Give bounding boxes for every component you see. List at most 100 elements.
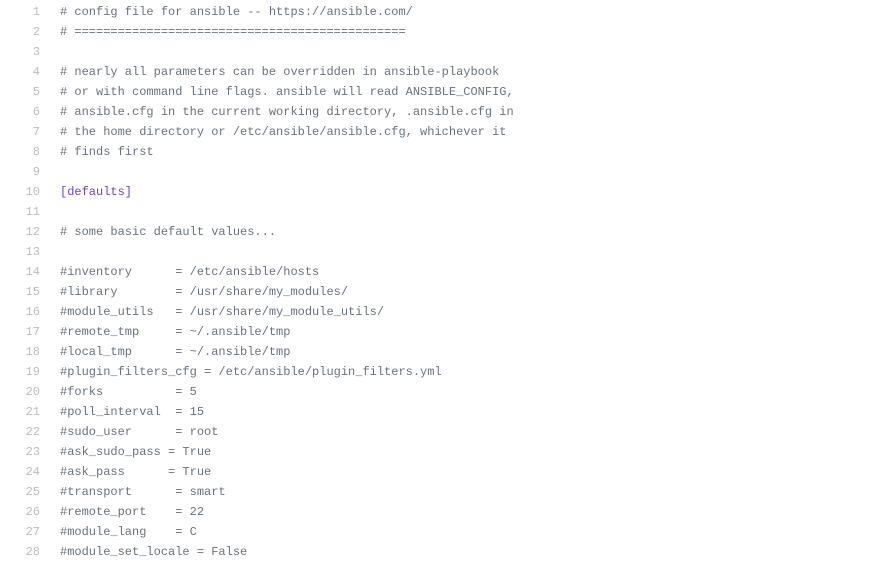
line-content: #ask_pass = True (50, 462, 885, 482)
comment-text: # ======================================… (60, 25, 406, 39)
code-line: 25#transport = smart (0, 482, 885, 502)
code-line: 27 #module_lang = C (0, 522, 885, 542)
line-content: #sudo_user = root (50, 422, 885, 442)
line-number: 28 (0, 542, 50, 562)
comment-text: #remote_port = 22 (60, 505, 204, 519)
line-content: #module_utils = /usr/share/my_module_uti… (50, 302, 885, 322)
code-line: 21 #poll_interval = 15 (0, 402, 885, 422)
line-content: #poll_interval = 15 (50, 402, 885, 422)
code-line: 6 # ansible.cfg in the current working di… (0, 102, 885, 122)
line-number: 2 (0, 22, 50, 42)
line-number: 13 (0, 242, 50, 262)
ini-section: [defaults] (60, 185, 132, 199)
code-line: 4 # nearly all parameters can be overridd… (0, 62, 885, 82)
comment-text: #poll_interval = 15 (60, 405, 204, 419)
line-number: 27 (0, 522, 50, 542)
comment-text: #ask_sudo_pass = True (60, 445, 211, 459)
code-line: 1 # config file for ansible -- https://an… (0, 2, 885, 22)
comment-text: #module_set_locale = False (60, 545, 247, 559)
line-content (50, 42, 885, 62)
line-content: #remote_tmp = ~/.ansible/tmp (50, 322, 885, 342)
line-number: 6 (0, 102, 50, 122)
comment-text: #transport = smart (60, 485, 226, 499)
code-line: 26 #remote_port = 22 (0, 502, 885, 522)
line-number: 18 (0, 342, 50, 362)
comment-text: #plugin_filters_cfg = /etc/ansible/plugi… (60, 365, 442, 379)
line-number: 11 (0, 202, 50, 222)
code-line: 18#local_tmp = ~/.ansible/tmp (0, 342, 885, 362)
code-line: 7# the home directory or /etc/ansible/an… (0, 122, 885, 142)
line-content (50, 202, 885, 222)
code-line: 22 #sudo_user = root (0, 422, 885, 442)
code-line: 28 #module_set_locale = False (0, 542, 885, 562)
line-number: 23 (0, 442, 50, 462)
code-block: 1 # config file for ansible -- https://an… (0, 2, 885, 562)
comment-text: # some basic default values... (60, 225, 276, 239)
line-number: 16 (0, 302, 50, 322)
code-line: 8 # finds first (0, 142, 885, 162)
code-line: 20 #forks = 5 (0, 382, 885, 402)
line-content: # or with command line flags. ansible wi… (50, 82, 885, 102)
code-line: 2 # =====================================… (0, 22, 885, 42)
code-viewer: 1 # config file for ansible -- https://an… (0, 0, 885, 562)
line-content: # ansible.cfg in the current working dir… (50, 102, 885, 122)
comment-text: # ansible.cfg in the current working dir… (60, 105, 514, 119)
code-line: 5 # or with command line flags. ansible w… (0, 82, 885, 102)
comment-text: #library = /usr/share/my_modules/ (60, 285, 348, 299)
code-line: 9 (0, 162, 885, 182)
line-content: # finds first (50, 142, 885, 162)
line-number: 21 (0, 402, 50, 422)
comment-text: # finds first (60, 145, 154, 159)
code-line: 14#inventory = /etc/ansible/hosts (0, 262, 885, 282)
line-number: 12 (0, 222, 50, 242)
line-number: 1 (0, 2, 50, 22)
line-number: 19 (0, 362, 50, 382)
comment-text: # nearly all parameters can be overridde… (60, 65, 499, 79)
code-line: 24 #ask_pass = True (0, 462, 885, 482)
comment-text: # the home directory or /etc/ansible/ans… (60, 125, 506, 139)
line-content: [defaults] (50, 182, 885, 202)
line-number: 4 (0, 62, 50, 82)
comment-text: # or with command line flags. ansible wi… (60, 85, 514, 99)
line-content: # nearly all parameters can be overridde… (50, 62, 885, 82)
line-content: #local_tmp = ~/.ansible/tmp (50, 342, 885, 362)
line-content (50, 162, 885, 182)
line-number: 5 (0, 82, 50, 102)
line-content: #remote_port = 22 (50, 502, 885, 522)
line-content (50, 242, 885, 262)
comment-text: #forks = 5 (60, 385, 197, 399)
comment-text: #sudo_user = root (60, 425, 218, 439)
line-content: #plugin_filters_cfg = /etc/ansible/plugi… (50, 362, 885, 382)
line-content: #module_set_locale = False (50, 542, 885, 562)
line-number: 8 (0, 142, 50, 162)
code-line: 19 #plugin_filters_cfg = /etc/ansible/plu… (0, 362, 885, 382)
line-number: 22 (0, 422, 50, 442)
line-content: # some basic default values... (50, 222, 885, 242)
line-number: 26 (0, 502, 50, 522)
line-content: #ask_sudo_pass = True (50, 442, 885, 462)
line-content: #inventory = /etc/ansible/hosts (50, 262, 885, 282)
line-content: #forks = 5 (50, 382, 885, 402)
comment-text: #module_lang = C (60, 525, 197, 539)
code-line: 16#module_utils = /usr/share/my_module_u… (0, 302, 885, 322)
code-line: 17 #remote_tmp = ~/.ansible/tmp (0, 322, 885, 342)
comment-text: # config file for ansible -- https://ans… (60, 5, 413, 19)
code-line: 13 (0, 242, 885, 262)
code-line: 11 (0, 202, 885, 222)
code-line: 12 # some basic default values... (0, 222, 885, 242)
line-number: 3 (0, 42, 50, 62)
line-number: 17 (0, 322, 50, 342)
code-line: 10 [defaults] (0, 182, 885, 202)
comment-text: #remote_tmp = ~/.ansible/tmp (60, 325, 290, 339)
line-number: 10 (0, 182, 50, 202)
line-content: # config file for ansible -- https://ans… (50, 2, 885, 22)
line-content: # ======================================… (50, 22, 885, 42)
line-content: #transport = smart (50, 482, 885, 502)
line-content: #module_lang = C (50, 522, 885, 542)
code-line: 23 #ask_sudo_pass = True (0, 442, 885, 462)
code-line: 3 (0, 42, 885, 62)
line-number: 20 (0, 382, 50, 402)
line-content: #library = /usr/share/my_modules/ (50, 282, 885, 302)
comment-text: #ask_pass = True (60, 465, 211, 479)
line-number: 24 (0, 462, 50, 482)
